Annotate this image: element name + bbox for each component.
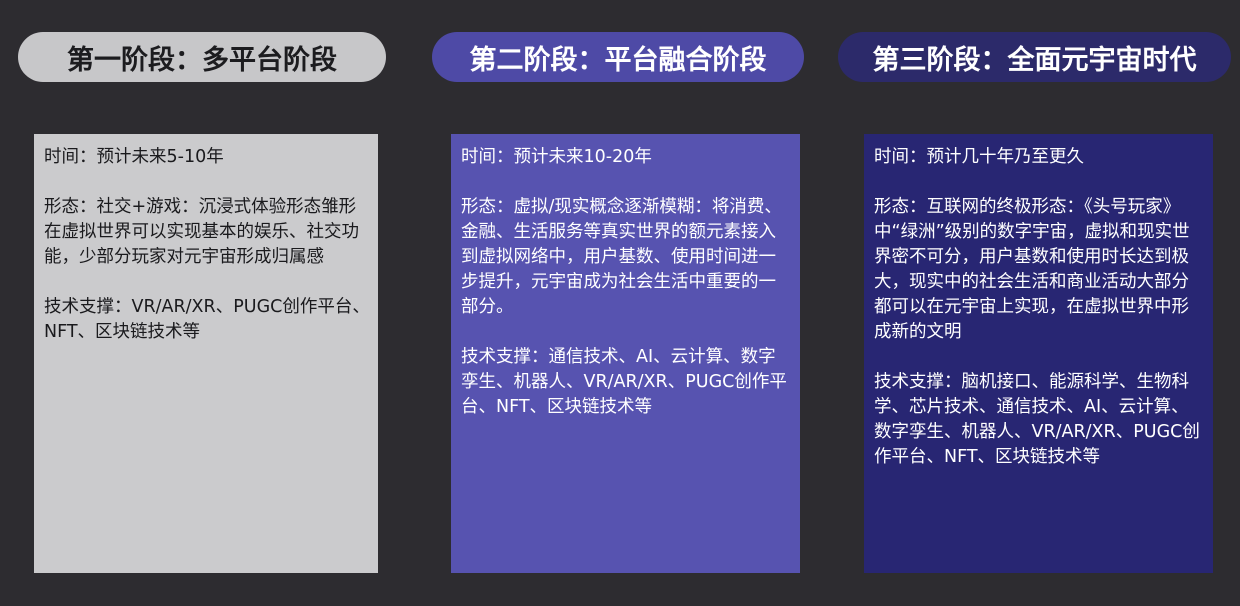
stage-2-time: 时间：预计未来10-20年: [461, 147, 652, 167]
stage-1-time: 时间：预计未来5-10年: [44, 147, 224, 167]
stage-2-card: 时间：预计未来10-20年 形态：虚拟/现实概念逐渐模糊：将消费、金融、生活服务…: [451, 134, 800, 573]
stage-1-card: 时间：预计未来5-10年 形态：社交+游戏：沉浸式体验形态雏形在虚拟世界可以实现…: [34, 134, 378, 573]
stage-3-card: 时间：预计几十年乃至更久 形态：互联网的终极形态：《头号玩家》中“绿洲”级别的数…: [864, 134, 1213, 573]
stage-2-tech: 技术支撑：通信技术、AI、云计算、数字孪生、机器人、VR/AR/XR、PUGC创…: [461, 347, 787, 417]
stage-3-title: 第三阶段：全面元宇宙时代: [838, 32, 1231, 82]
stage-2-title: 第二阶段：平台融合阶段: [432, 32, 804, 82]
stage-2-form: 形态：虚拟/现实概念逐渐模糊：将消费、金融、生活服务等真实世界的额元素接入到虚拟…: [461, 197, 782, 317]
stage-1-tech: 技术支撑：VR/AR/XR、PUGC创作平台、NFT、区块链技术等: [44, 297, 370, 342]
stage-1-title: 第一阶段：多平台阶段: [18, 32, 386, 82]
stage-3-tech: 技术支撑：脑机接口、能源科学、生物科学、芯片技术、通信技术、AI、云计算、数字孪…: [874, 372, 1200, 467]
stage-3-form: 形态：互联网的终极形态：《头号玩家》中“绿洲”级别的数字宇宙，虚拟和现实世界密不…: [874, 197, 1190, 342]
stage-3-time: 时间：预计几十年乃至更久: [874, 147, 1084, 167]
stage-1-form: 形态：社交+游戏：沉浸式体验形态雏形在虚拟世界可以实现基本的娱乐、社交功能，少部…: [44, 197, 359, 267]
